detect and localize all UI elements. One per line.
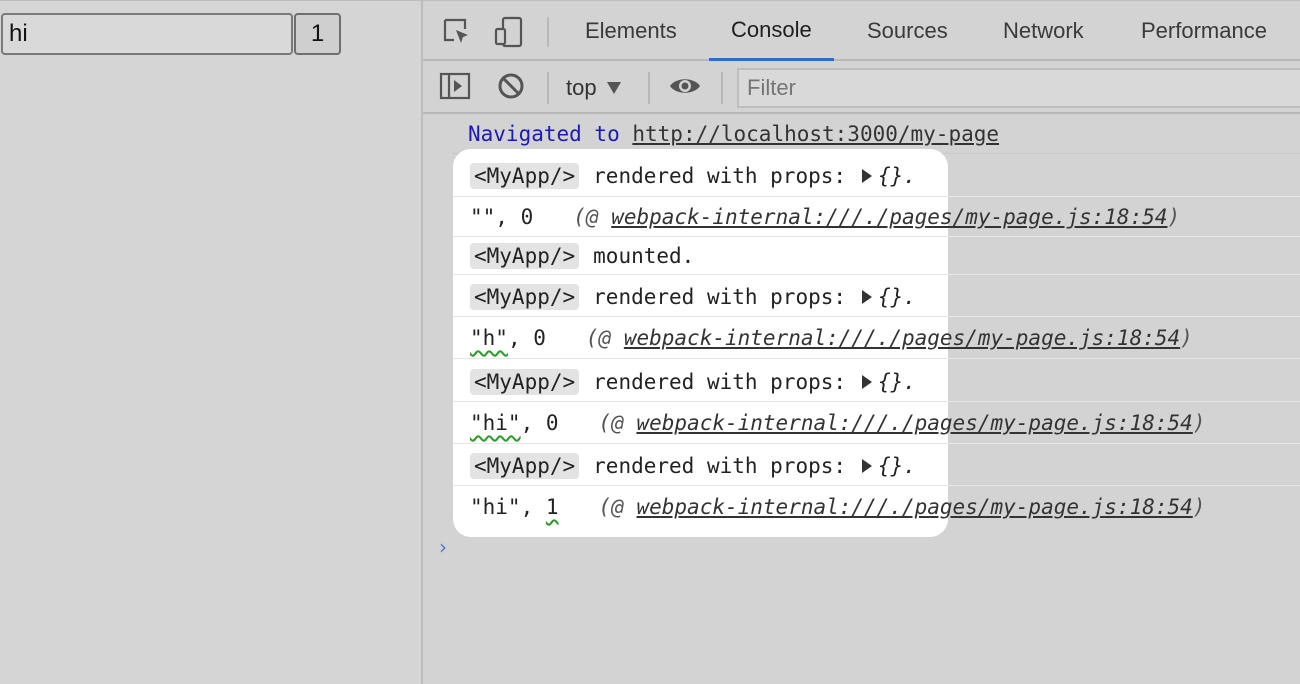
source-close: ) (1192, 411, 1206, 435)
source-link[interactable]: webpack-internal:///./pages/my-page.js:1… (611, 205, 1167, 229)
log-source: (@ webpack-internal:///./pages/my-page.j… (573, 205, 1180, 229)
log-value: "h" (470, 326, 508, 350)
component-tag: <MyApp/> (470, 284, 580, 310)
live-expression-eye-icon[interactable] (667, 68, 703, 104)
navigated-url-link[interactable]: http://localhost:3000/my-page (632, 122, 999, 146)
log-comma: , (520, 495, 534, 519)
navigated-message: Navigated to http://localhost:3000/my-pa… (468, 122, 999, 146)
tab-network[interactable]: Network (981, 1, 1106, 61)
device-toolbar-icon[interactable] (491, 14, 527, 50)
log-message: rendered with props: (593, 164, 847, 188)
log-row: "h", 0 (@ webpack-internal:///./pages/my… (470, 318, 1193, 358)
props-object[interactable]: {}. (878, 454, 916, 478)
tab-elements[interactable]: Elements (563, 1, 699, 61)
row-divider (453, 485, 1300, 486)
source-close: ) (1167, 205, 1181, 229)
expand-triangle-icon[interactable] (862, 290, 873, 304)
context-label: top (566, 75, 597, 100)
tab-sources[interactable]: Sources (845, 1, 970, 61)
component-tag: <MyApp/> (470, 453, 580, 479)
source-link[interactable]: webpack-internal:///./pages/my-page.js:1… (636, 411, 1192, 435)
log-comma: , (507, 326, 521, 350)
row-divider (453, 401, 1300, 402)
log-value: "hi" (470, 495, 521, 519)
navigated-prefix: Navigated to (468, 122, 620, 146)
log-message: rendered with props: (593, 285, 847, 309)
source-close: ) (1192, 495, 1206, 519)
toolbar-divider (547, 72, 549, 104)
log-row: <MyApp/> rendered with props: {}. (470, 446, 916, 486)
log-comma: , (495, 205, 508, 229)
props-object[interactable]: {}. (878, 370, 916, 394)
log-message: rendered with props: (593, 370, 847, 394)
log-row: <MyApp/> rendered with props: {}. (470, 362, 916, 402)
filter-input[interactable] (737, 68, 1300, 108)
log-row: <MyApp/> rendered with props: {}. (470, 156, 916, 196)
row-divider (453, 316, 1300, 317)
row-divider (453, 443, 1300, 444)
text-input[interactable] (1, 13, 293, 55)
log-comma: , (520, 411, 534, 435)
component-tag: <MyApp/> (470, 163, 580, 189)
log-source: (@ webpack-internal:///./pages/my-page.j… (599, 495, 1206, 519)
props-object[interactable]: {}. (878, 285, 916, 309)
toolbar-divider (721, 72, 723, 104)
page-viewport: 1 (0, 0, 421, 684)
expand-triangle-icon[interactable] (862, 169, 873, 183)
console-toolbar: top (423, 62, 1300, 114)
log-message: mounted. (593, 244, 695, 268)
log-value: "hi" (470, 411, 521, 435)
component-tag: <MyApp/> (470, 369, 580, 395)
log-value: 1 (545, 495, 559, 519)
toolbar-divider (648, 72, 650, 104)
devtools-tabbar: Elements Console Sources Network Perform… (423, 0, 1300, 61)
source-open: (@ (598, 411, 637, 435)
source-open: (@ (573, 205, 612, 229)
log-source: (@ webpack-internal:///./pages/my-page.j… (586, 326, 1193, 350)
context-selector[interactable]: top (566, 70, 621, 106)
expand-triangle-icon[interactable] (862, 375, 873, 389)
clear-console-icon[interactable] (493, 68, 529, 104)
log-source: (@ webpack-internal:///./pages/my-page.j… (599, 411, 1206, 435)
log-message: rendered with props: (593, 454, 847, 478)
log-row: "hi", 0 (@ webpack-internal:///./pages/m… (470, 403, 1205, 443)
log-value: "" (470, 205, 496, 229)
dropdown-caret-icon (606, 82, 621, 94)
row-divider (453, 358, 1300, 359)
row-divider (453, 274, 1300, 275)
log-row: "hi", 1 (@ webpack-internal:///./pages/m… (470, 487, 1205, 527)
log-row: <MyApp/> mounted. (470, 236, 694, 276)
source-close: ) (1180, 326, 1193, 350)
tab-performance[interactable]: Performance (1119, 1, 1289, 61)
log-value: 0 (545, 411, 559, 435)
tab-console[interactable]: Console (709, 1, 834, 61)
inspect-element-icon[interactable] (439, 14, 475, 50)
log-value: 0 (520, 205, 534, 229)
source-link[interactable]: webpack-internal:///./pages/my-page.js:1… (636, 495, 1192, 519)
source-link[interactable]: webpack-internal:///./pages/my-page.js:1… (624, 326, 1180, 350)
source-open: (@ (598, 495, 637, 519)
sidebar-toggle-icon[interactable] (437, 68, 473, 104)
props-object[interactable]: {}. (878, 164, 916, 188)
count-button[interactable]: 1 (294, 13, 341, 55)
expand-triangle-icon[interactable] (862, 459, 873, 473)
toolbar-divider (547, 17, 549, 47)
log-value: 0 (533, 326, 546, 350)
log-row: <MyApp/> rendered with props: {}. (470, 277, 916, 317)
source-open: (@ (585, 326, 624, 350)
console-prompt-icon[interactable]: › (439, 535, 447, 559)
component-tag: <MyApp/> (470, 243, 580, 269)
log-row: "", 0 (@ webpack-internal:///./pages/my-… (470, 197, 1180, 237)
